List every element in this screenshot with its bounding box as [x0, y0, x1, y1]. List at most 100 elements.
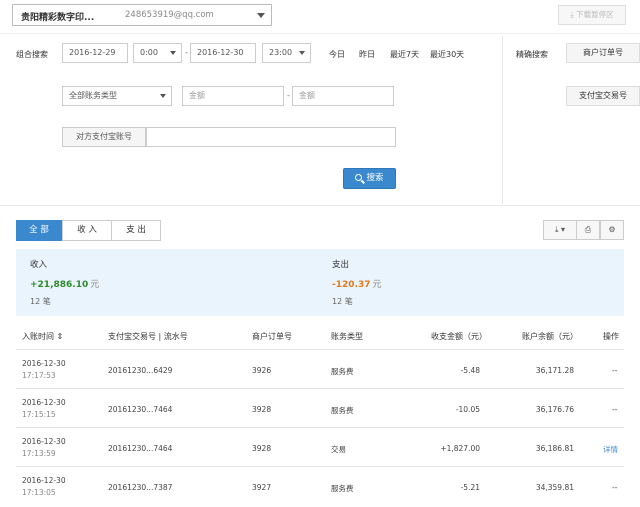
merchant-order-button[interactable]: 商户订单号 [566, 43, 640, 63]
account-bar: 贵阳精彩数字印... 248653919@qq.com ⤓ 下载暂停区 [0, 0, 640, 34]
row-date: 2016-12-30 [22, 359, 66, 368]
row-txn: 20161230...7464 [108, 405, 173, 414]
row-order: 3926 [252, 366, 272, 375]
summary-panel: 收入 +21,886.10 元 12 笔 支出 -120.37 元 12 笔 [16, 249, 624, 316]
start-date-input[interactable]: 2016-12-29 [62, 43, 128, 63]
row-date: 2016-12-30 [22, 476, 66, 485]
combo-search-label: 组合搜索 [16, 50, 48, 59]
row-time: 17:17:53 [22, 371, 56, 380]
row-balance: 36,176.76 [535, 405, 574, 414]
account-selector[interactable]: 贵阳精彩数字印... 248653919@qq.com [12, 4, 272, 26]
income-count: 12 笔 [30, 297, 51, 306]
row-time: 17:15:15 [22, 410, 56, 419]
amount-min-input[interactable]: 金额 [182, 86, 284, 106]
col-header-type: 账务类型 [331, 332, 363, 341]
row-divider [16, 427, 624, 428]
quick-range-today[interactable]: 今日 [329, 49, 345, 60]
print-button[interactable]: ⎙ [576, 220, 600, 240]
search-button[interactable]: 搜索 [343, 168, 396, 189]
amount-max-input[interactable]: 金额 [292, 86, 394, 106]
download-icon: ⤓ ▾ [554, 225, 566, 234]
row-divider [16, 466, 624, 467]
row-time: 17:13:05 [22, 488, 56, 497]
chevron-down-icon [257, 13, 265, 18]
bill-type-select[interactable]: 全部账务类型 [62, 86, 172, 106]
table-header-divider [16, 349, 624, 350]
row-balance: 34,359.81 [535, 483, 574, 492]
row-order: 3927 [252, 483, 272, 492]
row-balance: 36,186.81 [535, 444, 574, 453]
search-icon [355, 174, 363, 181]
start-time-value: 0:00 [140, 48, 158, 57]
row-divider [16, 388, 624, 389]
amount-range-separator: - [287, 91, 290, 100]
start-time-select[interactable]: 0:00 [133, 43, 182, 63]
row-detail-link[interactable]: 详情 [603, 444, 618, 455]
row-balance: 36,171.28 [535, 366, 574, 375]
row-amount: -5.48 [460, 366, 480, 375]
precise-search-label: 精确搜索 [516, 50, 548, 59]
col-header-txn: 支付宝交易号 | 流水号 [108, 332, 188, 341]
expense-unit: 元 [372, 280, 382, 290]
expense-amount: -120.37 元 [332, 277, 381, 290]
row-type: 服务费 [331, 367, 354, 376]
tab-expense[interactable]: 支 出 [111, 220, 161, 241]
expense-amount-value: -120.37 [332, 280, 371, 290]
income-unit: 元 [90, 280, 100, 290]
row-txn: 20161230...7387 [108, 483, 173, 492]
settings-button[interactable]: ⚙ [600, 220, 624, 240]
row-action: -- [612, 405, 618, 414]
settings-icon: ⚙ [608, 225, 616, 234]
tab-income[interactable]: 收 入 [62, 220, 112, 241]
row-txn: 20161230...7464 [108, 444, 173, 453]
row-type: 服务费 [331, 484, 354, 493]
row-order: 3928 [252, 444, 272, 453]
download-pause-label: 下载暂停区 [576, 10, 614, 19]
row-date: 2016-12-30 [22, 437, 66, 446]
row-amount: -5.21 [460, 483, 480, 492]
account-email: 248653919@qq.com [125, 10, 214, 20]
col-header-order: 商户订单号 [252, 332, 292, 341]
end-time-value: 23:00 [269, 48, 293, 57]
col-header-action: 操作 [603, 332, 619, 341]
end-time-select[interactable]: 23:00 [262, 43, 311, 63]
col-header-time[interactable]: 入账时间 ⇕ [22, 331, 63, 342]
row-txn: 20161230...6429 [108, 366, 173, 375]
chevron-down-icon [170, 51, 176, 55]
row-action: -- [612, 366, 618, 375]
quick-range-7days[interactable]: 最近7天 [390, 49, 419, 60]
panel-divider [502, 36, 503, 204]
expense-count: 12 笔 [332, 297, 353, 306]
download-menu-button[interactable]: ⤓ ▾ [543, 220, 577, 240]
row-amount: +1,827.00 [440, 444, 480, 453]
end-date-input[interactable]: 2016-12-30 [190, 43, 256, 63]
row-amount: -10.05 [455, 405, 480, 414]
account-name: 贵阳精彩数字印... [21, 13, 95, 23]
counterparty-label: 对方支付宝账号 [62, 127, 146, 147]
tab-all[interactable]: 全 部 [16, 220, 62, 241]
row-type: 交易 [331, 445, 346, 454]
row-type: 服务费 [331, 406, 354, 415]
col-header-amount: 收支金额（元） [431, 332, 487, 341]
row-date: 2016-12-30 [22, 398, 66, 407]
income-label: 收入 [30, 260, 48, 270]
print-icon: ⎙ [584, 225, 592, 234]
quick-range-yesterday[interactable]: 昨日 [359, 49, 375, 60]
download-pause-button[interactable]: ⤓ 下载暂停区 [558, 5, 626, 25]
row-order: 3928 [252, 405, 272, 414]
row-time: 17:13:59 [22, 449, 56, 458]
chevron-down-icon [299, 51, 305, 55]
download-icon: ⤓ [570, 10, 574, 19]
quick-range-30days[interactable]: 最近30天 [430, 49, 464, 60]
col-header-time-label: 入账时间 [22, 332, 54, 341]
sort-icon: ⇕ [54, 332, 64, 341]
income-amount-value: +21,886.10 [30, 280, 89, 290]
search-button-label: 搜索 [366, 173, 384, 183]
row-action: -- [612, 483, 618, 492]
counterparty-input[interactable] [146, 127, 396, 147]
col-header-balance: 账户余额（元） [522, 332, 578, 341]
income-amount: +21,886.10 元 [30, 277, 99, 290]
bill-type-value: 全部账务类型 [69, 91, 117, 100]
alipay-trade-button[interactable]: 支付宝交易号 [566, 86, 640, 106]
expense-label: 支出 [332, 260, 350, 270]
